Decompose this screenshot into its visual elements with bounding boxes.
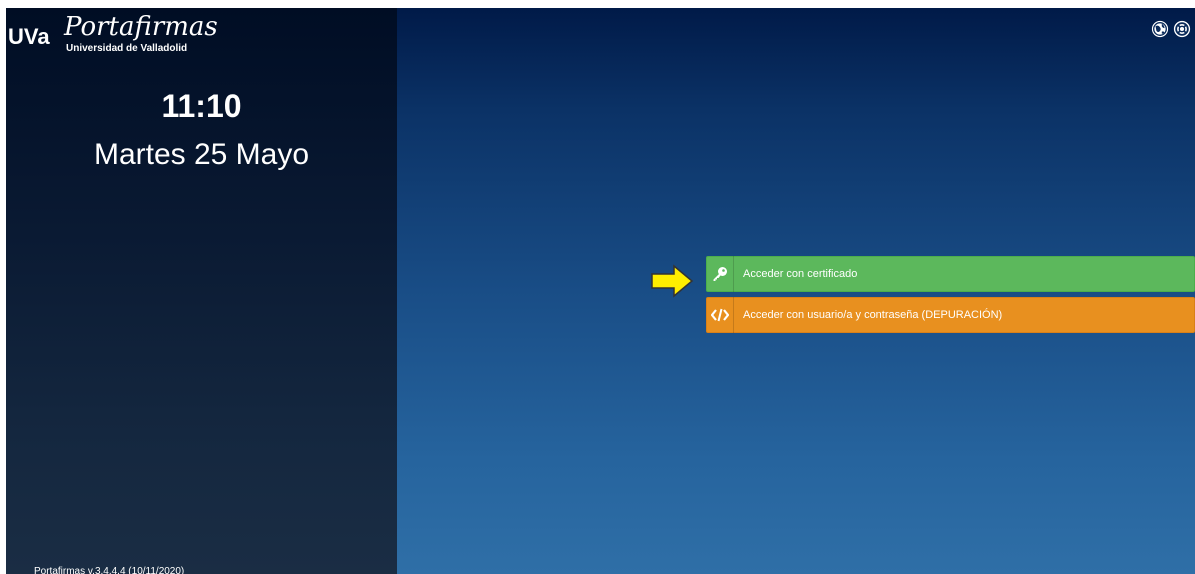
login-user-password-button[interactable]: Acceder con usuario/a y contraseña (DEPU… bbox=[706, 297, 1195, 333]
code-icon bbox=[707, 297, 734, 333]
login-user-password-label: Acceder con usuario/a y contraseña (DEPU… bbox=[743, 309, 1003, 321]
app-frame: UVa Portafirmas Universidad de Valladoli… bbox=[6, 8, 1195, 574]
top-icons bbox=[1151, 20, 1191, 38]
left-panel: UVa Portafirmas Universidad de Valladoli… bbox=[6, 8, 397, 574]
logo-university-name: Universidad de Valladolid bbox=[66, 43, 188, 54]
clock-date: Martes 25 Mayo bbox=[93, 138, 310, 171]
help-lifebuoy-icon[interactable] bbox=[1173, 20, 1191, 38]
yellow-arrow-icon bbox=[651, 264, 694, 298]
logo-product-name: Portafirmas bbox=[64, 12, 218, 42]
language-globe-icon[interactable] bbox=[1151, 20, 1169, 38]
logo-uva-text: UVa bbox=[8, 24, 50, 49]
login-certificate-button[interactable]: Acceder con certificado bbox=[706, 256, 1195, 292]
login-certificate-label: Acceder con certificado bbox=[743, 268, 858, 280]
version-info: Portafirmas v.3.4.4.4 (10/11/2020) bbox=[34, 566, 185, 574]
clock-time: 11:10 bbox=[161, 88, 242, 124]
key-icon bbox=[707, 256, 734, 292]
